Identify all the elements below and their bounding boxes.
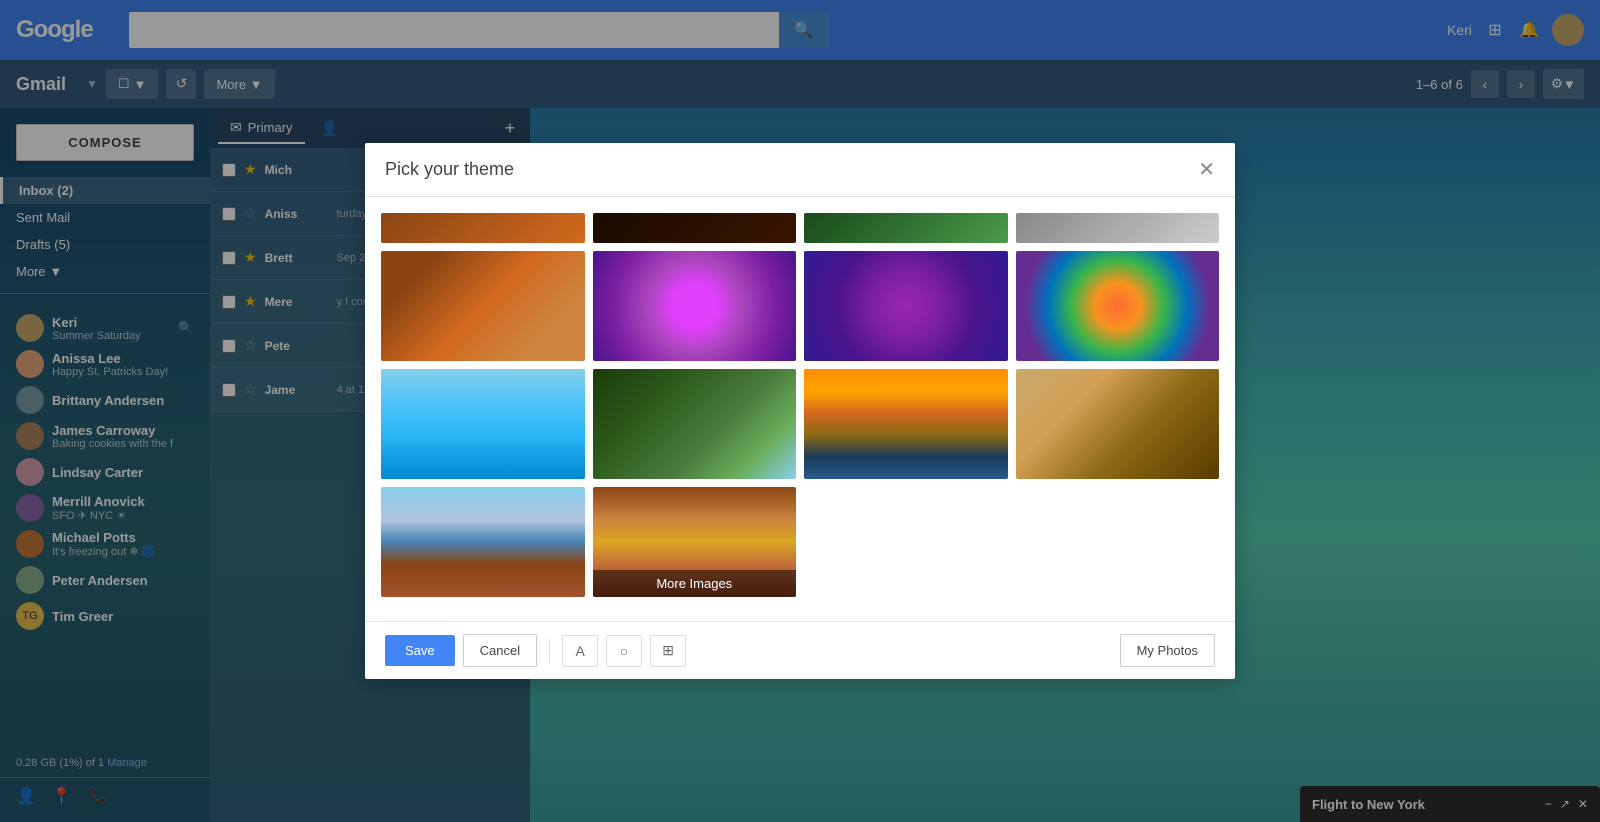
text-style-button[interactable]: A (562, 635, 598, 667)
theme-item-leaves[interactable] (381, 251, 585, 361)
modal-close-button[interactable]: ✕ (1198, 160, 1215, 180)
footer-divider (549, 639, 550, 663)
theme-item-r0c3[interactable] (804, 213, 1008, 243)
theme-item-r0c1[interactable] (381, 213, 585, 243)
theme-item-jellyfish[interactable] (804, 251, 1008, 361)
theme-grid-row2 (381, 251, 1219, 361)
theme-item-city[interactable] (381, 487, 585, 597)
theme-item-r0c2[interactable] (593, 213, 797, 243)
modal-overlay: Pick your theme ✕ (0, 0, 1600, 822)
modal-title: Pick your theme (385, 159, 514, 180)
theme-item-bridge[interactable] (804, 369, 1008, 479)
modal-footer: Save Cancel A ○ ⊞ My Photos (365, 621, 1235, 679)
modal-header: Pick your theme ✕ (365, 143, 1235, 197)
grid-button[interactable]: ⊞ (650, 635, 686, 667)
cancel-button[interactable]: Cancel (463, 634, 537, 667)
more-images-label: More Images (593, 570, 797, 597)
text-icon: A (575, 643, 584, 659)
theme-item-desert[interactable] (1016, 369, 1220, 479)
theme-item-more-images[interactable]: More Images (593, 487, 797, 597)
theme-item-forest[interactable] (593, 369, 797, 479)
theme-item-water[interactable] (381, 369, 585, 479)
theme-grid-partial (381, 213, 1219, 243)
theme-item-r0c4[interactable] (1016, 213, 1220, 243)
save-button[interactable]: Save (385, 635, 455, 666)
theme-item-bubbles[interactable] (593, 251, 797, 361)
modal-body: More Images (365, 197, 1235, 621)
circle-button[interactable]: ○ (606, 635, 642, 667)
theme-grid-row3 (381, 369, 1219, 479)
my-photos-button[interactable]: My Photos (1120, 634, 1215, 667)
theme-spacer-2 (1016, 487, 1220, 597)
grid-icon: ⊞ (662, 642, 674, 659)
theme-grid-row4: More Images (381, 487, 1219, 597)
theme-spacer-1 (804, 487, 1008, 597)
theme-item-rainbow[interactable] (1016, 251, 1220, 361)
theme-picker-modal: Pick your theme ✕ (365, 143, 1235, 679)
circle-icon: ○ (620, 643, 628, 659)
